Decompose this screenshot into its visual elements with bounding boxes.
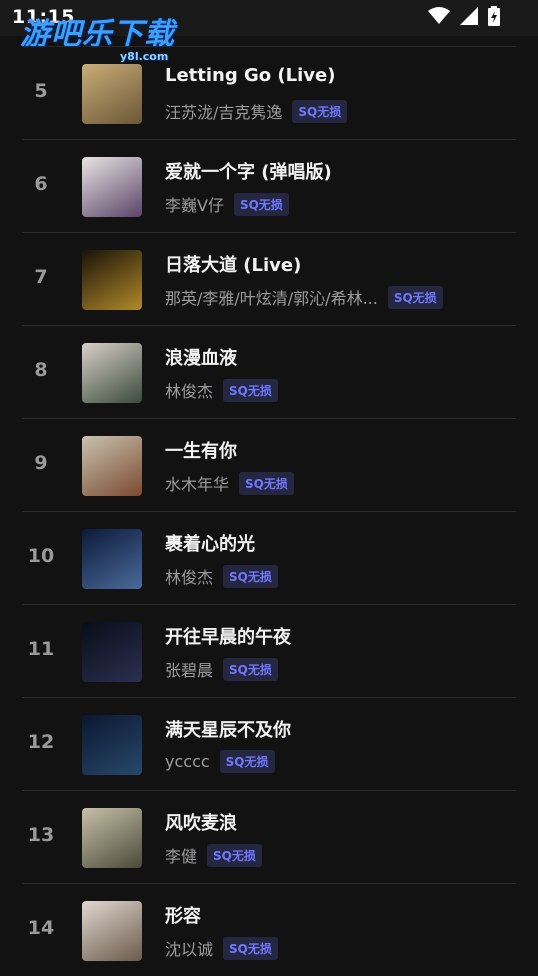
song-rank: 13 (27, 824, 55, 846)
song-row[interactable]: 7 日落大道 (Live) 那英/李雅/叶炫清/郭沁/希林... SQ无损 (22, 232, 516, 325)
song-artist: 李健 (165, 847, 198, 866)
song-artist: 张碧晨 (165, 661, 214, 680)
song-artist: 水木年华 (165, 475, 230, 494)
song-title: 形容 (165, 906, 201, 927)
album-cover[interactable] (82, 715, 142, 775)
wifi-icon (428, 7, 450, 29)
album-cover[interactable] (82, 808, 142, 868)
album-cover[interactable] (82, 343, 142, 403)
album-cover[interactable] (82, 436, 142, 496)
song-meta: 张碧晨 SQ无损 (165, 657, 278, 681)
song-artist: 汪苏泷/吉克隽逸 (165, 103, 283, 122)
quality-badge: SQ无损 (292, 99, 348, 123)
song-row[interactable]: 12 满天星辰不及你 ycccc SQ无损 (22, 697, 516, 790)
song-rank: 12 (27, 731, 55, 753)
song-artist: 林俊杰 (165, 568, 214, 587)
song-meta: 汪苏泷/吉克隽逸 SQ无损 (165, 99, 348, 123)
song-artist: 沈以诚 (165, 940, 214, 959)
song-row[interactable]: 8 浪漫血液林俊杰 SQ无损 (22, 325, 516, 418)
song-row[interactable]: 13 风吹麦浪李健 SQ无损 (22, 790, 516, 883)
quality-badge: SQ无损 (223, 657, 278, 681)
album-cover[interactable] (82, 157, 142, 217)
album-cover[interactable] (82, 64, 142, 124)
quality-badge: SQ无损 (233, 192, 289, 216)
song-title: 满天星辰不及你 (165, 720, 291, 741)
song-rank: 11 (27, 638, 55, 660)
song-row[interactable]: 11 开往早晨的午夜 张碧晨 SQ无损 (22, 604, 516, 697)
quality-badge: SQ无损 (223, 378, 278, 402)
song-row[interactable]: 5 Letting Go (Live) 汪苏泷/吉克隽逸 SQ无损 (22, 46, 516, 139)
quality-badge: SQ无损 (223, 564, 278, 588)
song-rank: 8 (34, 359, 48, 381)
song-title: 开往早晨的午夜 (165, 627, 291, 648)
song-title: 浪漫血液 (165, 348, 237, 369)
quality-badge: SQ无损 (223, 936, 278, 960)
song-rank: 7 (34, 266, 48, 288)
status-icons (428, 6, 500, 30)
song-row[interactable]: 10 裹着心的光林俊杰 SQ无损 (22, 511, 516, 604)
song-title: 风吹麦浪 (165, 813, 237, 834)
song-meta: 那英/李雅/叶炫清/郭沁/希林... SQ无损 (165, 285, 443, 309)
song-rank: 9 (34, 452, 48, 474)
quality-badge: SQ无损 (239, 471, 294, 495)
song-row[interactable]: 6 爱就一个字 (弹唱版) 李巍V仔 SQ无损 (22, 139, 516, 232)
quality-badge: SQ无损 (207, 843, 262, 867)
quality-badge: SQ无损 (219, 750, 275, 773)
song-meta: 沈以诚 SQ无损 (165, 936, 278, 960)
song-rank: 6 (34, 173, 48, 195)
song-row[interactable]: 9 一生有你水木年华 SQ无损 (22, 418, 516, 511)
album-cover[interactable] (82, 250, 142, 310)
song-row[interactable]: 14 形容沈以诚 SQ无损 (22, 883, 516, 976)
album-cover[interactable] (82, 529, 142, 589)
album-cover[interactable] (82, 622, 142, 682)
song-artist: 那英/李雅/叶炫清/郭沁/希林... (165, 289, 378, 308)
song-artist: 林俊杰 (165, 382, 214, 401)
song-rank: 10 (27, 545, 55, 567)
song-title: 一生有你 (165, 441, 237, 462)
quality-badge: SQ无损 (387, 285, 443, 309)
song-meta: 李巍V仔 SQ无损 (165, 192, 289, 216)
song-meta: 林俊杰 SQ无损 (165, 378, 278, 402)
song-meta: 水木年华 SQ无损 (165, 471, 294, 495)
song-rank: 14 (27, 917, 55, 939)
album-cover[interactable] (82, 901, 142, 961)
battery-icon (488, 6, 500, 30)
song-rank: 5 (34, 80, 48, 102)
song-title: Letting Go (Live) (165, 65, 336, 86)
song-meta: 李健 SQ无损 (165, 843, 262, 867)
song-title: 爱就一个字 (弹唱版) (165, 162, 332, 183)
song-artist: 李巍V仔 (165, 196, 224, 215)
signal-icon (460, 7, 478, 29)
song-artist: ycccc (165, 752, 210, 771)
song-meta: 林俊杰 SQ无损 (165, 564, 278, 588)
song-list: 5 Letting Go (Live) 汪苏泷/吉克隽逸 SQ无损 6 爱就一个字 (弹唱… (0, 46, 538, 976)
song-meta: ycccc SQ无损 (165, 750, 275, 773)
song-title: 日落大道 (Live) (165, 255, 302, 276)
song-title: 裹着心的光 (165, 534, 255, 555)
